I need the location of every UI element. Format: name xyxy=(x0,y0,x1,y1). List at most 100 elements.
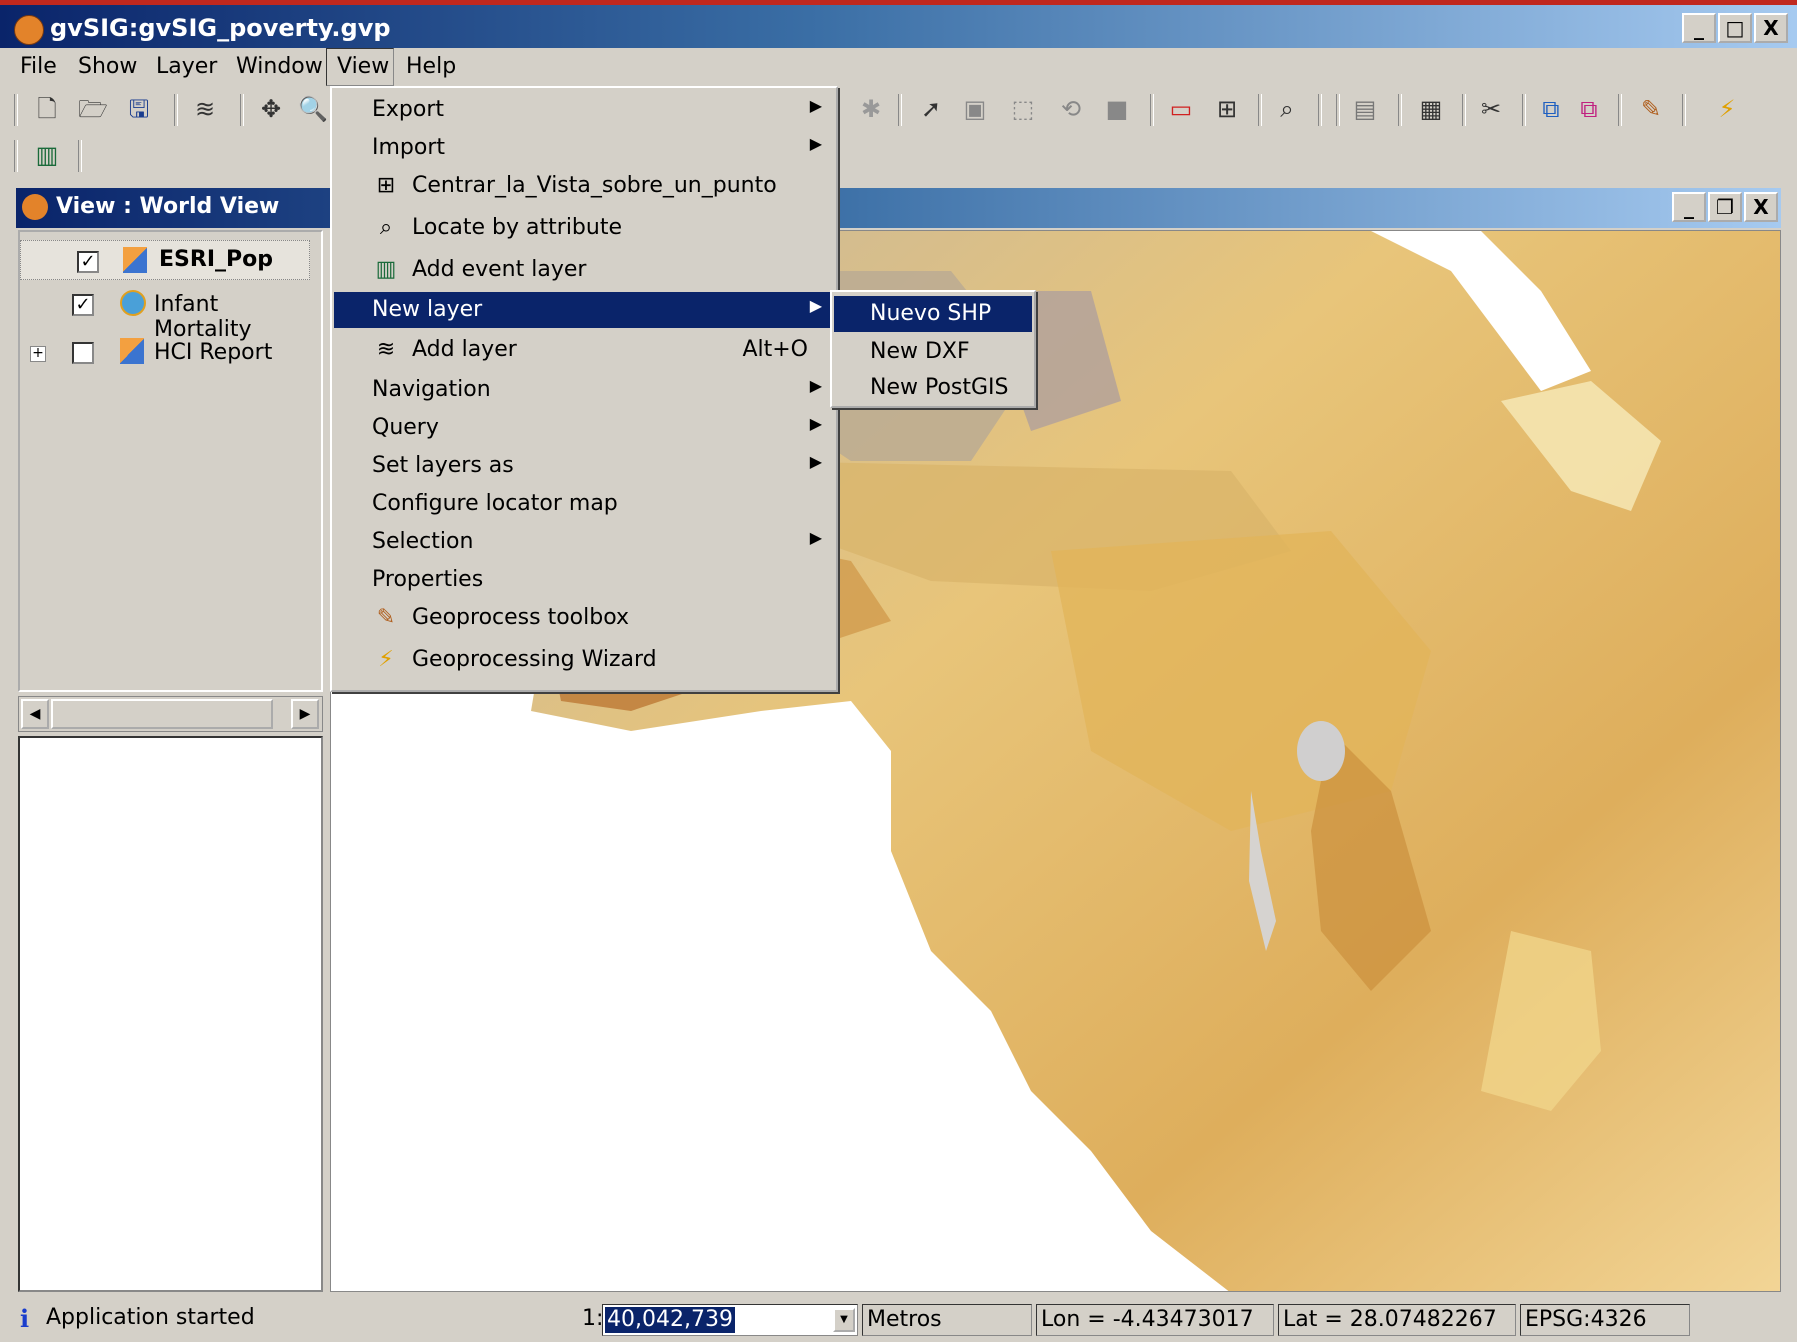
menu-item-label: Geoprocess toolbox xyxy=(412,605,630,630)
geoprocessing-wizard-icon: ⚡ xyxy=(378,647,394,672)
view-close-button[interactable]: X xyxy=(1744,192,1778,222)
toolbar-separator xyxy=(14,140,18,172)
menu-show[interactable]: Show xyxy=(78,54,137,79)
menu-item-add-layer[interactable]: ≋ Add layer Alt+O xyxy=(334,332,834,368)
layer-row-hci-report[interactable]: + HCI Report xyxy=(20,334,310,374)
menu-item-new-dxf[interactable]: New DXF xyxy=(834,334,1032,370)
menu-item-configure-locator-map[interactable]: Configure locator map xyxy=(334,486,834,522)
layer-checkbox[interactable] xyxy=(72,342,94,364)
menu-item-add-event-layer[interactable]: ▥ Add event layer xyxy=(334,252,834,288)
menu-item-new-postgis[interactable]: New PostGIS xyxy=(834,370,1032,406)
toolbar-separator xyxy=(1522,94,1526,126)
menu-item-shortcut: Alt+O xyxy=(742,337,808,362)
view-menu-dropdown: Export ▶ Import ▶ ⊞ Centrar_la_Vista_sob… xyxy=(330,86,838,692)
geoprocessing-wizard-icon[interactable]: ⚡ xyxy=(1712,94,1742,124)
layer-checkbox[interactable]: ✓ xyxy=(72,294,94,316)
menu-item-label: Query xyxy=(372,415,439,440)
submenu-arrow-icon: ▶ xyxy=(809,376,822,395)
menu-help[interactable]: Help xyxy=(406,54,456,79)
toc-horizontal-scrollbar[interactable]: ◀ ▶ xyxy=(18,696,323,732)
units-field: Metros xyxy=(862,1304,1032,1336)
menu-item-query[interactable]: Query ▶ xyxy=(334,410,834,446)
toolbar-separator xyxy=(14,94,18,126)
rectangle-icon[interactable]: ▭ xyxy=(1166,94,1196,124)
scroll-right-icon[interactable]: ▶ xyxy=(291,699,319,729)
vector-layer-icon xyxy=(120,338,144,364)
save-icon[interactable]: 🖫 xyxy=(124,94,154,124)
menu-item-export[interactable]: Export ▶ xyxy=(334,92,834,128)
copy-icon[interactable]: ⧉ xyxy=(1536,94,1566,124)
menu-view[interactable]: View xyxy=(326,48,394,86)
locate-icon: ⌕ xyxy=(379,215,393,240)
menu-item-properties[interactable]: Properties xyxy=(334,562,834,598)
menu-item-selection[interactable]: Selection ▶ xyxy=(334,524,834,560)
new-file-icon[interactable]: 🗋 xyxy=(32,94,62,124)
pan-icon[interactable]: ✥ xyxy=(256,94,286,124)
maximize-button[interactable]: □ xyxy=(1718,13,1752,43)
menu-item-label: Set layers as xyxy=(372,453,514,478)
menu-item-locate-by-attribute[interactable]: ⌕ Locate by attribute xyxy=(334,210,834,246)
table-of-contents: ✓ ESRI_Pop ✓ Infant Mortality + HCI Repo… xyxy=(18,230,323,692)
table-icon[interactable]: ▤ xyxy=(1350,94,1380,124)
grid-icon[interactable]: ▦ xyxy=(1416,94,1446,124)
menu-item-label: Add layer xyxy=(412,337,517,362)
open-folder-icon[interactable]: 🗁 xyxy=(78,94,108,124)
view-minimize-button[interactable]: _ xyxy=(1672,192,1706,222)
expand-icon[interactable]: + xyxy=(30,346,46,362)
layer-row-esri-pop[interactable]: ✓ ESRI_Pop xyxy=(20,240,310,280)
menu-item-nuevo-shp[interactable]: Nuevo SHP xyxy=(834,296,1032,332)
menu-layer[interactable]: Layer xyxy=(156,54,217,79)
toolbar-separator xyxy=(1336,94,1340,126)
menu-item-import[interactable]: Import ▶ xyxy=(334,130,834,166)
menu-item-label: Selection xyxy=(372,529,474,554)
menu-item-set-layers-as[interactable]: Set layers as ▶ xyxy=(334,448,834,484)
submenu-arrow-icon: ▶ xyxy=(809,452,822,471)
submenu-arrow-icon: ▶ xyxy=(809,296,822,315)
tools-icon[interactable]: ✂ xyxy=(1476,94,1506,124)
layer-row-infant-mortality[interactable]: ✓ Infant Mortality xyxy=(20,286,310,342)
chevron-down-icon[interactable]: ▼ xyxy=(833,1308,855,1332)
view-restore-button[interactable]: ❐ xyxy=(1708,192,1742,222)
locator-map[interactable] xyxy=(18,736,323,1292)
menu-file[interactable]: File xyxy=(20,54,57,79)
toolbar-separator xyxy=(1318,94,1322,126)
menu-item-center-view[interactable]: ⊞ Centrar_la_Vista_sobre_un_punto xyxy=(334,168,834,204)
select-rect-icon[interactable]: ▣ xyxy=(960,94,990,124)
select-poly-icon[interactable]: ⬚ xyxy=(1008,94,1038,124)
view-window-title: View : World View xyxy=(56,194,280,219)
title-bar: gvSIG:gvSIG_poverty.gvp _ □ X xyxy=(0,0,1797,48)
close-button[interactable]: X xyxy=(1754,13,1788,43)
vector-layer-icon xyxy=(123,247,147,273)
toolbar-separator xyxy=(174,94,178,126)
menu-item-label: Export xyxy=(372,97,445,122)
menu-item-navigation[interactable]: Navigation ▶ xyxy=(334,372,834,408)
select-arrow-icon[interactable]: ➚ xyxy=(916,94,946,124)
paste-icon[interactable]: ⧉ xyxy=(1574,94,1604,124)
menu-item-geoprocessing-wizard[interactable]: ⚡ Geoprocessing Wizard xyxy=(334,642,834,678)
layer-name: HCI Report xyxy=(154,340,273,365)
clear-selection-icon[interactable]: ■ xyxy=(1102,94,1132,124)
scale-prefix: 1: xyxy=(582,1306,604,1331)
scale-input[interactable]: 40,042,739 ▼ xyxy=(602,1304,858,1336)
center-view-icon[interactable]: ⊞ xyxy=(1212,94,1242,124)
status-message: Application started xyxy=(46,1305,255,1330)
center-view-icon: ⊞ xyxy=(376,173,396,198)
toolbar: 🗋 🗁 🖫 ≋ ✥ 🔍 ✱ ➚ ▣ ⬚ ⟲ ■ ▭ ⊞ ⌕ ▤ ▦ ✂ ⧉ ⧉ … xyxy=(0,86,1797,178)
toolbar-separator xyxy=(1618,94,1622,126)
layer-checkbox[interactable]: ✓ xyxy=(77,251,99,273)
snap-icon[interactable]: ✱ xyxy=(856,94,886,124)
menu-window[interactable]: Window xyxy=(236,54,323,79)
event-layer-icon[interactable]: ▥ xyxy=(32,140,62,170)
geoprocess-toolbox-icon[interactable]: ✎ xyxy=(1636,94,1666,124)
scroll-left-icon[interactable]: ◀ xyxy=(21,699,49,729)
invert-selection-icon[interactable]: ⟲ xyxy=(1056,94,1086,124)
add-layer-icon[interactable]: ≋ xyxy=(190,94,220,124)
menu-item-geoprocess-toolbox[interactable]: ✎ Geoprocess toolbox xyxy=(334,600,834,636)
submenu-arrow-icon: ▶ xyxy=(809,528,822,547)
minimize-button[interactable]: _ xyxy=(1682,13,1716,43)
menu-item-new-layer[interactable]: New layer ▶ xyxy=(334,292,834,328)
zoom-icon[interactable]: 🔍 xyxy=(298,94,328,124)
locate-icon[interactable]: ⌕ xyxy=(1272,94,1302,124)
add-layer-icon: ≋ xyxy=(376,337,396,362)
scroll-thumb[interactable] xyxy=(51,699,273,729)
